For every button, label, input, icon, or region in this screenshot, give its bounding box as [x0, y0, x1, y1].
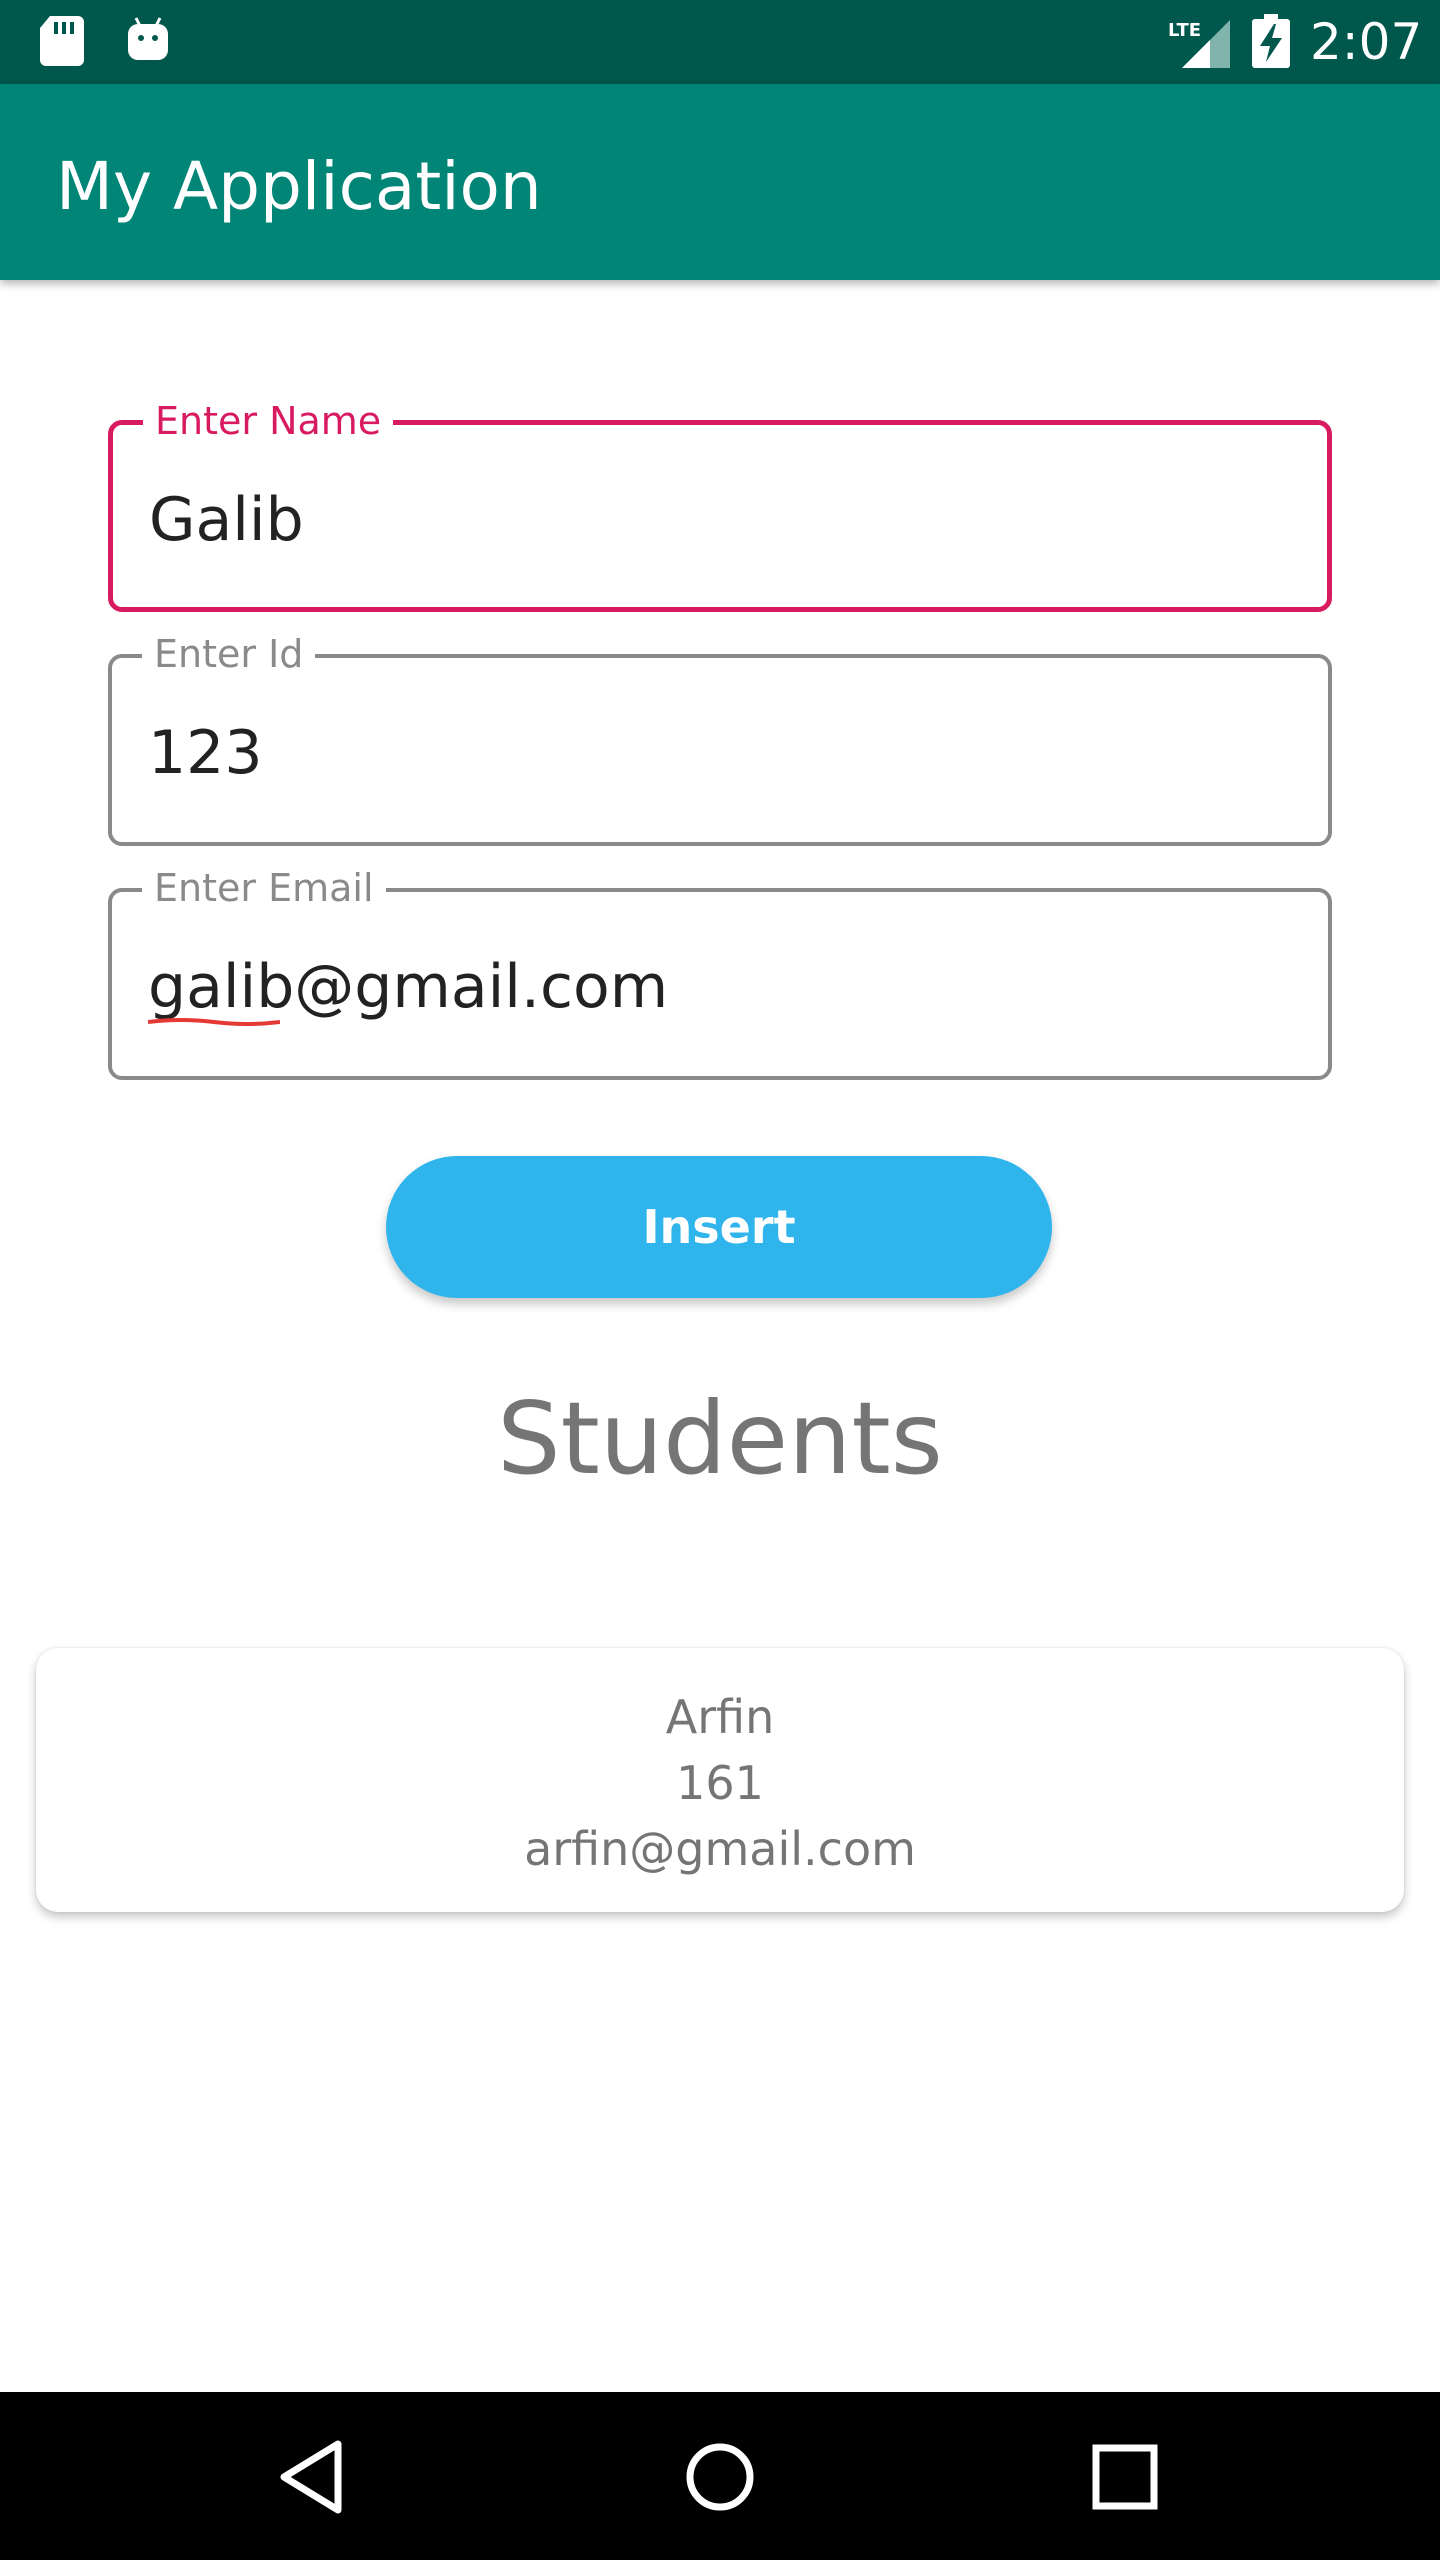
back-icon[interactable]: [268, 2432, 358, 2522]
insert-button[interactable]: Insert: [386, 1156, 1052, 1298]
email-input[interactable]: [148, 942, 1288, 1032]
email-field-label: Enter Email: [142, 862, 386, 914]
navigation-bar: [0, 2392, 1440, 2560]
student-id: 161: [676, 1756, 764, 1810]
status-time: 2:07: [1310, 13, 1423, 71]
id-input[interactable]: [148, 708, 1288, 798]
name-input[interactable]: [149, 475, 1289, 565]
name-field: Enter Name: [108, 395, 1332, 612]
spellcheck-underline: [148, 1018, 280, 1026]
app-bar: My Application: [0, 84, 1440, 280]
svg-text:LTE: LTE: [1168, 20, 1201, 41]
android-icon: [128, 17, 168, 60]
home-icon[interactable]: [675, 2432, 765, 2522]
student-card[interactable]: Arfin 161 arfin@gmail.com: [36, 1648, 1404, 1912]
email-field: Enter Email: [108, 862, 1332, 1080]
status-bar: LTE 2:07: [0, 0, 1440, 84]
student-email: arfin@gmail.com: [524, 1822, 916, 1876]
battery-charging-icon: [1252, 14, 1290, 68]
student-name: Arfin: [665, 1690, 775, 1744]
lte-signal-icon: LTE: [1160, 16, 1230, 68]
sd-card-icon: [40, 16, 84, 66]
id-field-label: Enter Id: [142, 628, 316, 680]
app-title: My Application: [56, 148, 542, 225]
id-field: Enter Id: [108, 628, 1332, 846]
name-field-label: Enter Name: [143, 395, 394, 447]
students-heading: Students: [497, 1380, 943, 1497]
recents-icon[interactable]: [1080, 2432, 1170, 2522]
